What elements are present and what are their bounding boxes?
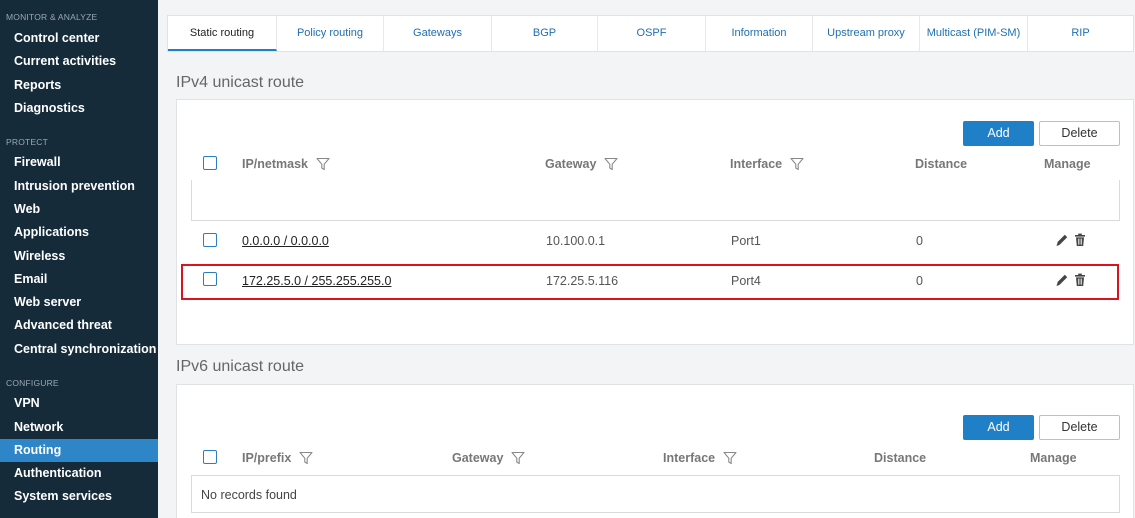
filter-icon[interactable] bbox=[790, 157, 804, 171]
ipv4-column-ip-label: IP/netmask bbox=[242, 157, 309, 171]
route-gateway: 10.100.0.1 bbox=[546, 234, 606, 248]
sidebar-item-wireless[interactable]: Wireless bbox=[0, 245, 158, 268]
ipv6-column-gateway: Gateway bbox=[452, 451, 525, 465]
sidebar-item-web-server[interactable]: Web server bbox=[0, 291, 158, 314]
sidebar-item-firewall[interactable]: Firewall bbox=[0, 151, 158, 174]
ipv6-delete-button[interactable]: Delete bbox=[1039, 415, 1120, 440]
sidebar-item-central-synchronization[interactable]: Central synchronization bbox=[0, 338, 158, 361]
filter-icon[interactable] bbox=[299, 451, 313, 465]
ipv6-column-gateway-label: Gateway bbox=[452, 451, 504, 465]
sidebar-item-network[interactable]: Network bbox=[0, 416, 158, 439]
route-ip-link[interactable]: 0.0.0.0 / 0.0.0.0 bbox=[242, 234, 329, 248]
sidebar-item-diagnostics[interactable]: Diagnostics bbox=[0, 97, 158, 120]
tab-rip[interactable]: RIP bbox=[1028, 16, 1133, 51]
highlight-box bbox=[181, 264, 1119, 300]
ipv6-column-interface: Interface bbox=[663, 451, 737, 465]
ipv6-column-ip-label: IP/prefix bbox=[242, 451, 292, 465]
ipv6-empty-table: No records found bbox=[191, 475, 1120, 513]
ipv6-column-interface-label: Interface bbox=[663, 451, 716, 465]
pencil-icon[interactable] bbox=[1055, 233, 1069, 247]
ipv4-column-gateway-label: Gateway bbox=[545, 157, 597, 171]
sidebar-section-protect: PROTECT bbox=[6, 137, 49, 147]
sidebar-item-advanced-threat[interactable]: Advanced threat bbox=[0, 314, 158, 337]
sidebar-item-email[interactable]: Email bbox=[0, 268, 158, 291]
ipv6-select-all-checkbox[interactable] bbox=[203, 450, 217, 464]
row-checkbox[interactable] bbox=[203, 233, 217, 247]
sidebar-item-authentication[interactable]: Authentication bbox=[0, 462, 158, 485]
tab-static-routing[interactable]: Static routing bbox=[168, 16, 277, 51]
tab-information[interactable]: Information bbox=[706, 16, 813, 51]
filter-icon[interactable] bbox=[604, 157, 618, 171]
sidebar-section-monitor: MONITOR & ANALYZE bbox=[6, 12, 98, 22]
ipv4-column-gateway: Gateway bbox=[545, 157, 618, 171]
table-frame-left bbox=[191, 180, 192, 221]
sidebar-item-routing[interactable]: Routing bbox=[0, 439, 158, 462]
ipv6-column-manage: Manage bbox=[1030, 451, 1077, 465]
sidebar-section-configure: CONFIGURE bbox=[6, 378, 59, 388]
sidebar-item-intrusion-prevention[interactable]: Intrusion prevention bbox=[0, 175, 158, 198]
ipv4-add-button[interactable]: Add bbox=[963, 121, 1034, 146]
ipv4-column-distance: Distance bbox=[915, 157, 968, 171]
sidebar-item-control-center[interactable]: Control center bbox=[0, 27, 158, 50]
ipv6-column-ip: IP/prefix bbox=[242, 451, 313, 465]
ipv4-section-title: IPv4 unicast route bbox=[176, 74, 305, 91]
sidebar-item-reports[interactable]: Reports bbox=[0, 74, 158, 97]
route-interface: Port1 bbox=[731, 234, 761, 248]
ipv6-column-distance: Distance bbox=[874, 451, 927, 465]
ipv6-section-title: IPv6 unicast route bbox=[176, 358, 305, 375]
ipv4-column-ip: IP/netmask bbox=[242, 157, 330, 171]
table-frame-right bbox=[1119, 180, 1120, 221]
ipv4-column-manage: Manage bbox=[1044, 157, 1091, 171]
ipv4-column-interface-label: Interface bbox=[730, 157, 783, 171]
tab-policy-routing[interactable]: Policy routing bbox=[277, 16, 384, 51]
filter-icon[interactable] bbox=[511, 451, 525, 465]
table-frame-bottom bbox=[191, 220, 1120, 221]
sidebar: MONITOR & ANALYZE Control center Current… bbox=[0, 0, 158, 518]
ipv6-add-button[interactable]: Add bbox=[963, 415, 1034, 440]
filter-icon[interactable] bbox=[723, 451, 737, 465]
tab-bgp[interactable]: BGP bbox=[492, 16, 598, 51]
tab-gateways[interactable]: Gateways bbox=[384, 16, 492, 51]
trash-icon[interactable] bbox=[1073, 233, 1087, 247]
no-records-text: No records found bbox=[201, 488, 297, 502]
routing-tabs: Static routing Policy routing Gateways B… bbox=[167, 15, 1134, 52]
tab-multicast[interactable]: Multicast (PIM-SM) bbox=[920, 16, 1028, 51]
ipv4-select-all-checkbox[interactable] bbox=[203, 156, 217, 170]
ipv4-delete-button[interactable]: Delete bbox=[1039, 121, 1120, 146]
sidebar-item-vpn[interactable]: VPN bbox=[0, 392, 158, 415]
sidebar-item-current-activities[interactable]: Current activities bbox=[0, 50, 158, 73]
filter-icon[interactable] bbox=[316, 157, 330, 171]
tab-upstream-proxy[interactable]: Upstream proxy bbox=[813, 16, 920, 51]
ipv4-column-interface: Interface bbox=[730, 157, 804, 171]
route-distance: 0 bbox=[916, 234, 923, 248]
tab-ospf[interactable]: OSPF bbox=[598, 16, 706, 51]
sidebar-item-system-services[interactable]: System services bbox=[0, 485, 158, 508]
sidebar-item-web[interactable]: Web bbox=[0, 198, 158, 221]
sidebar-item-applications[interactable]: Applications bbox=[0, 221, 158, 244]
